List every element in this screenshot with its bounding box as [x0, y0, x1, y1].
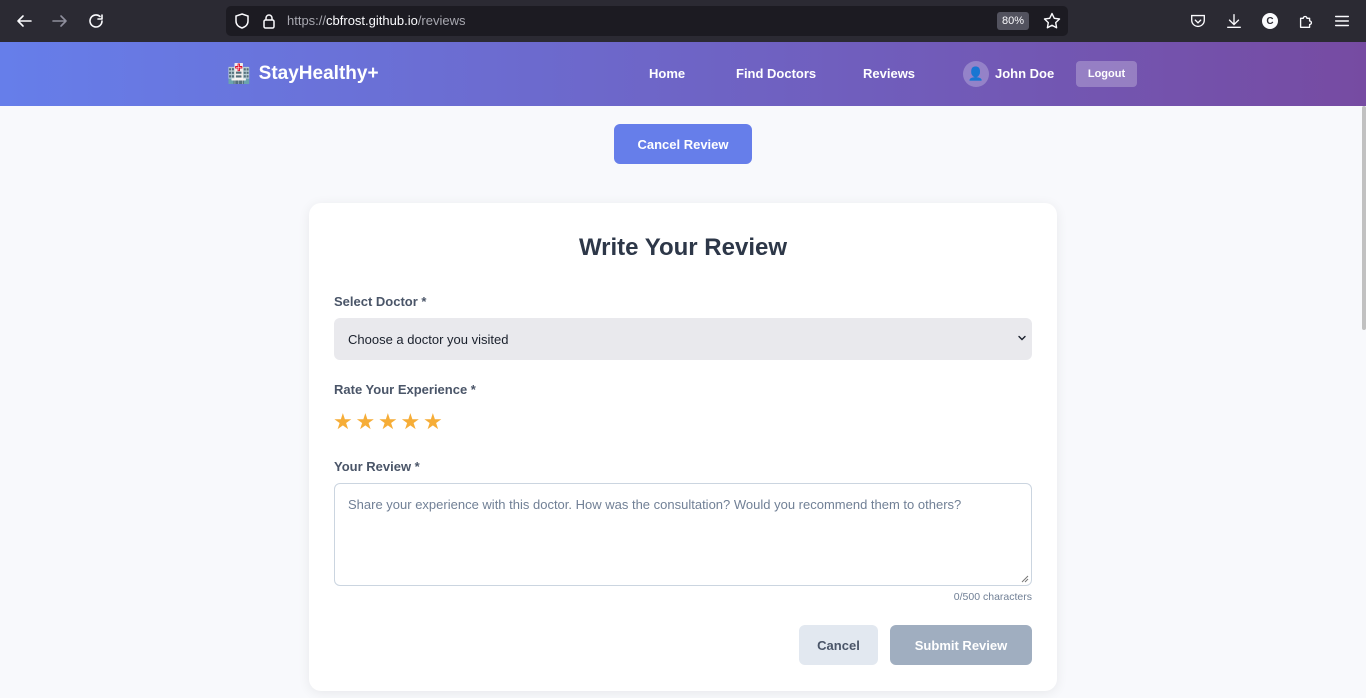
doctor-select[interactable]: Choose a doctor you visited [334, 318, 1032, 360]
select-doctor-label: Select Doctor * [334, 294, 427, 309]
brand-logo[interactable]: 🏥 StayHealthy+ [227, 62, 379, 86]
page-scrollbar[interactable] [1362, 106, 1366, 330]
shield-icon[interactable] [233, 12, 251, 30]
url-path: /reviews [417, 13, 466, 28]
url-domain: cbfrost.github.io [326, 13, 418, 28]
site-header: 🏥 StayHealthy+ Home Find Doctors Reviews… [0, 42, 1366, 106]
character-counter: 0/500 characters [953, 591, 1032, 603]
cancel-review-button[interactable]: Cancel Review [614, 124, 752, 164]
back-arrow-icon[interactable] [12, 9, 36, 33]
nav-find-doctors-link[interactable]: Find Doctors [736, 66, 816, 81]
star-icon[interactable]: ★ [423, 411, 446, 433]
review-form-card: Write Your Review Select Doctor * Choose… [309, 203, 1057, 691]
url-scheme: https:// [287, 13, 327, 28]
hospital-icon: 🏥 [227, 64, 251, 85]
url-text: https://cbfrost.github.io/reviews [287, 13, 466, 28]
reload-icon[interactable] [84, 9, 108, 33]
bookmark-star-icon[interactable] [1042, 11, 1062, 31]
review-label: Your Review * [334, 459, 420, 474]
doctor-select-value: Choose a doctor you visited [348, 331, 509, 347]
brand-name: StayHealthy+ [258, 63, 379, 84]
pocket-icon[interactable] [1188, 11, 1208, 31]
nav-reviews-link[interactable]: Reviews [863, 66, 915, 81]
hamburger-menu-icon[interactable] [1332, 11, 1352, 31]
account-avatar-icon[interactable]: C [1260, 11, 1280, 31]
review-textarea[interactable]: Share your experience with this doctor. … [334, 483, 1032, 586]
chevron-down-icon [1018, 335, 1026, 341]
zoom-level-badge[interactable]: 80% [997, 12, 1030, 30]
user-name: John Doe [995, 66, 1055, 81]
nav-home-link[interactable]: Home [649, 66, 685, 81]
browser-toolbar: https://cbfrost.github.io/reviews 80% C [0, 0, 1366, 42]
resize-grip-icon[interactable] [1019, 573, 1029, 583]
user-avatar-icon: 👤 [963, 61, 989, 87]
download-icon[interactable] [1224, 11, 1244, 31]
form-title: Write Your Review [578, 234, 788, 261]
extensions-puzzle-icon[interactable] [1296, 11, 1316, 31]
lock-icon[interactable] [260, 12, 278, 30]
star-icon[interactable]: ★ [356, 411, 379, 433]
review-placeholder: Share your experience with this doctor. … [348, 497, 962, 512]
star-icon[interactable]: ★ [378, 411, 401, 433]
logout-button[interactable]: Logout [1076, 61, 1137, 87]
address-bar[interactable]: https://cbfrost.github.io/reviews 80% [226, 6, 1068, 36]
star-icon[interactable]: ★ [333, 411, 356, 433]
star-icon[interactable]: ★ [401, 411, 424, 433]
forward-arrow-icon[interactable] [48, 9, 72, 33]
rating-label: Rate Your Experience * [334, 382, 476, 397]
star-rating: ★ ★ ★ ★ ★ [333, 411, 446, 433]
account-initial: C [1262, 13, 1278, 29]
submit-review-button[interactable]: Submit Review [890, 625, 1032, 665]
cancel-button[interactable]: Cancel [799, 625, 878, 665]
